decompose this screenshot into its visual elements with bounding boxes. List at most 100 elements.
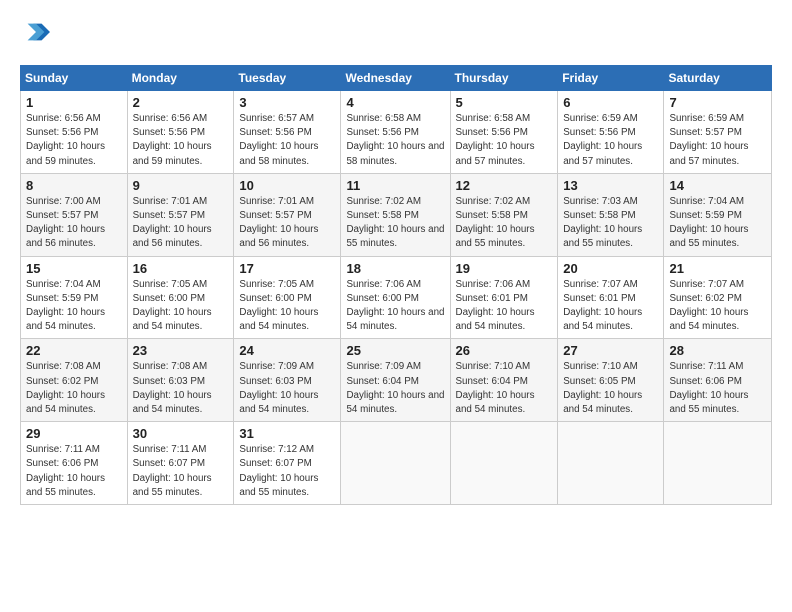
calendar-cell: 7 Sunrise: 6:59 AMSunset: 5:57 PMDayligh… bbox=[664, 91, 772, 174]
day-info: Sunrise: 7:08 AMSunset: 6:02 PMDaylight:… bbox=[26, 361, 105, 415]
weekday-header-saturday: Saturday bbox=[664, 66, 772, 91]
day-info: Sunrise: 7:11 AMSunset: 6:06 PMDaylight:… bbox=[26, 444, 105, 498]
calendar-cell bbox=[341, 422, 450, 505]
calendar-cell: 18 Sunrise: 7:06 AMSunset: 6:00 PMDaylig… bbox=[341, 256, 450, 339]
calendar-cell: 25 Sunrise: 7:09 AMSunset: 6:04 PMDaylig… bbox=[341, 339, 450, 422]
day-info: Sunrise: 7:00 AMSunset: 5:57 PMDaylight:… bbox=[26, 196, 105, 250]
day-info: Sunrise: 7:01 AMSunset: 5:57 PMDaylight:… bbox=[133, 196, 212, 250]
calendar-cell: 15 Sunrise: 7:04 AMSunset: 5:59 PMDaylig… bbox=[21, 256, 128, 339]
calendar-cell: 5 Sunrise: 6:58 AMSunset: 5:56 PMDayligh… bbox=[450, 91, 558, 174]
weekday-header-thursday: Thursday bbox=[450, 66, 558, 91]
calendar-cell: 27 Sunrise: 7:10 AMSunset: 6:05 PMDaylig… bbox=[558, 339, 664, 422]
day-info: Sunrise: 7:10 AMSunset: 6:04 PMDaylight:… bbox=[456, 361, 535, 415]
calendar-cell: 19 Sunrise: 7:06 AMSunset: 6:01 PMDaylig… bbox=[450, 256, 558, 339]
day-info: Sunrise: 6:56 AMSunset: 5:56 PMDaylight:… bbox=[133, 113, 212, 167]
day-info: Sunrise: 7:07 AMSunset: 6:01 PMDaylight:… bbox=[563, 279, 642, 333]
day-info: Sunrise: 6:56 AMSunset: 5:56 PMDaylight:… bbox=[26, 113, 105, 167]
day-number: 23 bbox=[133, 343, 229, 358]
calendar-cell: 23 Sunrise: 7:08 AMSunset: 6:03 PMDaylig… bbox=[127, 339, 234, 422]
day-number: 19 bbox=[456, 261, 553, 276]
day-info: Sunrise: 7:01 AMSunset: 5:57 PMDaylight:… bbox=[239, 196, 318, 250]
weekday-header-row: SundayMondayTuesdayWednesdayThursdayFrid… bbox=[21, 66, 772, 91]
day-info: Sunrise: 7:05 AMSunset: 6:00 PMDaylight:… bbox=[239, 279, 318, 333]
header bbox=[20, 18, 772, 51]
calendar-cell: 11 Sunrise: 7:02 AMSunset: 5:58 PMDaylig… bbox=[341, 173, 450, 256]
week-row-2: 8 Sunrise: 7:00 AMSunset: 5:57 PMDayligh… bbox=[21, 173, 772, 256]
calendar-cell: 17 Sunrise: 7:05 AMSunset: 6:00 PMDaylig… bbox=[234, 256, 341, 339]
day-number: 9 bbox=[133, 178, 229, 193]
calendar-cell bbox=[558, 422, 664, 505]
day-info: Sunrise: 7:11 AMSunset: 6:07 PMDaylight:… bbox=[133, 444, 212, 498]
weekday-header-friday: Friday bbox=[558, 66, 664, 91]
calendar-cell: 21 Sunrise: 7:07 AMSunset: 6:02 PMDaylig… bbox=[664, 256, 772, 339]
day-info: Sunrise: 7:04 AMSunset: 5:59 PMDaylight:… bbox=[669, 196, 748, 250]
calendar-cell: 24 Sunrise: 7:09 AMSunset: 6:03 PMDaylig… bbox=[234, 339, 341, 422]
day-info: Sunrise: 7:08 AMSunset: 6:03 PMDaylight:… bbox=[133, 361, 212, 415]
day-number: 2 bbox=[133, 95, 229, 110]
day-number: 29 bbox=[26, 426, 122, 441]
calendar-cell bbox=[664, 422, 772, 505]
day-number: 25 bbox=[346, 343, 444, 358]
day-info: Sunrise: 6:58 AMSunset: 5:56 PMDaylight:… bbox=[456, 113, 535, 167]
day-info: Sunrise: 7:07 AMSunset: 6:02 PMDaylight:… bbox=[669, 279, 748, 333]
calendar-cell: 9 Sunrise: 7:01 AMSunset: 5:57 PMDayligh… bbox=[127, 173, 234, 256]
day-number: 7 bbox=[669, 95, 766, 110]
day-number: 18 bbox=[346, 261, 444, 276]
logo-icon bbox=[22, 18, 50, 46]
day-number: 6 bbox=[563, 95, 658, 110]
day-number: 13 bbox=[563, 178, 658, 193]
calendar-cell: 10 Sunrise: 7:01 AMSunset: 5:57 PMDaylig… bbox=[234, 173, 341, 256]
calendar-cell: 3 Sunrise: 6:57 AMSunset: 5:56 PMDayligh… bbox=[234, 91, 341, 174]
calendar-cell: 22 Sunrise: 7:08 AMSunset: 6:02 PMDaylig… bbox=[21, 339, 128, 422]
weekday-header-tuesday: Tuesday bbox=[234, 66, 341, 91]
day-info: Sunrise: 7:04 AMSunset: 5:59 PMDaylight:… bbox=[26, 279, 105, 333]
day-info: Sunrise: 6:59 AMSunset: 5:57 PMDaylight:… bbox=[669, 113, 748, 167]
day-number: 20 bbox=[563, 261, 658, 276]
day-number: 15 bbox=[26, 261, 122, 276]
day-info: Sunrise: 7:02 AMSunset: 5:58 PMDaylight:… bbox=[346, 196, 444, 250]
calendar-cell: 4 Sunrise: 6:58 AMSunset: 5:56 PMDayligh… bbox=[341, 91, 450, 174]
calendar-cell bbox=[450, 422, 558, 505]
day-info: Sunrise: 7:09 AMSunset: 6:03 PMDaylight:… bbox=[239, 361, 318, 415]
calendar-cell: 13 Sunrise: 7:03 AMSunset: 5:58 PMDaylig… bbox=[558, 173, 664, 256]
page: SundayMondayTuesdayWednesdayThursdayFrid… bbox=[0, 0, 792, 515]
day-number: 27 bbox=[563, 343, 658, 358]
weekday-header-monday: Monday bbox=[127, 66, 234, 91]
day-number: 17 bbox=[239, 261, 335, 276]
day-number: 14 bbox=[669, 178, 766, 193]
day-info: Sunrise: 6:57 AMSunset: 5:56 PMDaylight:… bbox=[239, 113, 318, 167]
day-info: Sunrise: 7:06 AMSunset: 6:01 PMDaylight:… bbox=[456, 279, 535, 333]
calendar-cell: 12 Sunrise: 7:02 AMSunset: 5:58 PMDaylig… bbox=[450, 173, 558, 256]
calendar-cell: 8 Sunrise: 7:00 AMSunset: 5:57 PMDayligh… bbox=[21, 173, 128, 256]
day-number: 24 bbox=[239, 343, 335, 358]
day-info: Sunrise: 7:05 AMSunset: 6:00 PMDaylight:… bbox=[133, 279, 212, 333]
calendar-cell: 6 Sunrise: 6:59 AMSunset: 5:56 PMDayligh… bbox=[558, 91, 664, 174]
day-number: 26 bbox=[456, 343, 553, 358]
calendar-cell: 20 Sunrise: 7:07 AMSunset: 6:01 PMDaylig… bbox=[558, 256, 664, 339]
day-info: Sunrise: 7:11 AMSunset: 6:06 PMDaylight:… bbox=[669, 361, 748, 415]
calendar-cell: 28 Sunrise: 7:11 AMSunset: 6:06 PMDaylig… bbox=[664, 339, 772, 422]
day-number: 12 bbox=[456, 178, 553, 193]
day-number: 11 bbox=[346, 178, 444, 193]
day-info: Sunrise: 7:12 AMSunset: 6:07 PMDaylight:… bbox=[239, 444, 318, 498]
logo bbox=[20, 18, 50, 51]
week-row-4: 22 Sunrise: 7:08 AMSunset: 6:02 PMDaylig… bbox=[21, 339, 772, 422]
calendar-cell: 26 Sunrise: 7:10 AMSunset: 6:04 PMDaylig… bbox=[450, 339, 558, 422]
calendar-cell: 31 Sunrise: 7:12 AMSunset: 6:07 PMDaylig… bbox=[234, 422, 341, 505]
day-number: 16 bbox=[133, 261, 229, 276]
day-info: Sunrise: 6:58 AMSunset: 5:56 PMDaylight:… bbox=[346, 113, 444, 167]
day-number: 28 bbox=[669, 343, 766, 358]
calendar-cell: 29 Sunrise: 7:11 AMSunset: 6:06 PMDaylig… bbox=[21, 422, 128, 505]
week-row-3: 15 Sunrise: 7:04 AMSunset: 5:59 PMDaylig… bbox=[21, 256, 772, 339]
calendar-table: SundayMondayTuesdayWednesdayThursdayFrid… bbox=[20, 65, 772, 505]
day-info: Sunrise: 7:06 AMSunset: 6:00 PMDaylight:… bbox=[346, 279, 444, 333]
day-number: 30 bbox=[133, 426, 229, 441]
calendar-cell: 2 Sunrise: 6:56 AMSunset: 5:56 PMDayligh… bbox=[127, 91, 234, 174]
calendar-cell: 30 Sunrise: 7:11 AMSunset: 6:07 PMDaylig… bbox=[127, 422, 234, 505]
calendar-cell: 14 Sunrise: 7:04 AMSunset: 5:59 PMDaylig… bbox=[664, 173, 772, 256]
day-number: 31 bbox=[239, 426, 335, 441]
week-row-1: 1 Sunrise: 6:56 AMSunset: 5:56 PMDayligh… bbox=[21, 91, 772, 174]
weekday-header-sunday: Sunday bbox=[21, 66, 128, 91]
day-info: Sunrise: 7:09 AMSunset: 6:04 PMDaylight:… bbox=[346, 361, 444, 415]
calendar-cell: 16 Sunrise: 7:05 AMSunset: 6:00 PMDaylig… bbox=[127, 256, 234, 339]
